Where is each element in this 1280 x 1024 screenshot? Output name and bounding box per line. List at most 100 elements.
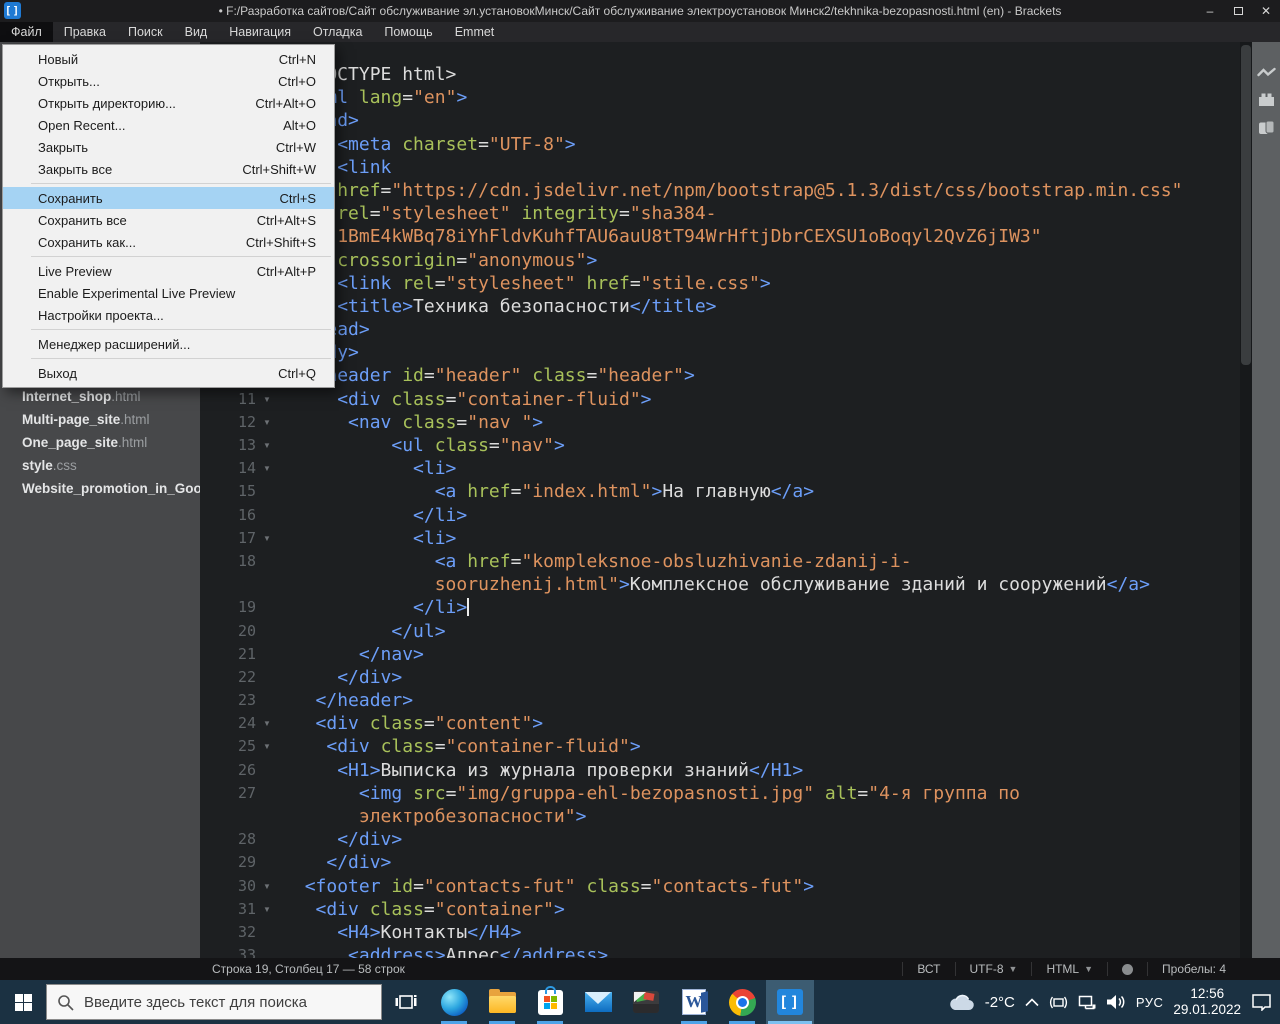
code-line[interactable]: 20 </ul> — [200, 620, 1240, 643]
code-line[interactable]: 1 <!DOCTYPE html> — [200, 63, 1240, 86]
insert-mode-toggle[interactable]: ВСТ — [903, 962, 954, 976]
code-line[interactable]: 5 <link — [200, 156, 1240, 179]
file-menu-item[interactable]: Настройки проекта... — [3, 304, 334, 326]
maximize-button[interactable] — [1224, 0, 1252, 22]
code-line[interactable]: 13 ▼ <ul class="nav"> — [200, 434, 1240, 457]
taskbar-brackets-button[interactable]: [] — [766, 980, 814, 1024]
code-line[interactable]: 10 <header id="header" class="header"> — [200, 364, 1240, 387]
snippets-icon[interactable] — [1258, 120, 1275, 135]
taskbar-word-button[interactable]: W — [670, 980, 718, 1024]
code-line[interactable]: 23 </header> — [200, 689, 1240, 712]
fold-arrow-icon[interactable]: ▼ — [256, 875, 280, 898]
taskbar-mail-button[interactable] — [574, 980, 622, 1024]
file-menu-item[interactable]: Сохранить Ctrl+S — [3, 187, 334, 209]
code-line[interactable]: sooruzhenij.html">Комплексное обслуживан… — [200, 573, 1240, 596]
code-line[interactable]: 9 <body> — [200, 341, 1240, 364]
code-line[interactable]: 31 ▼ <div class="container"> — [200, 898, 1240, 921]
encoding-select[interactable]: UTF-8 ▼ — [956, 962, 1032, 976]
code-line[interactable]: 24 ▼ <div class="content"> — [200, 712, 1240, 735]
code-line[interactable]: 29 </div> — [200, 851, 1240, 874]
menu-file[interactable]: Файл — [0, 22, 53, 42]
fold-arrow-icon[interactable]: ▼ — [256, 388, 280, 411]
menu-emmet[interactable]: Emmet — [444, 22, 506, 42]
fold-arrow-icon[interactable]: ▼ — [256, 434, 280, 457]
sidebar-file-item[interactable]: One_page_site.html — [0, 431, 200, 454]
file-menu-item[interactable]: Менеджер расширений... — [3, 333, 334, 355]
code-line[interactable]: 21 </nav> — [200, 643, 1240, 666]
close-button[interactable]: ✕ — [1252, 0, 1280, 22]
code-line[interactable]: 33 <address>Адрес</address> — [200, 944, 1240, 958]
code-line[interactable]: 15 <a href="index.html">На главную</a> — [200, 480, 1240, 503]
task-view-button[interactable] — [382, 980, 430, 1024]
code-line[interactable]: 26 <H1>Выписка из журнала проверки знани… — [200, 759, 1240, 782]
chevron-up-icon[interactable] — [1025, 997, 1039, 1007]
code-line[interactable]: 7 <title>Техника безопасности</title> — [200, 295, 1240, 318]
code-line[interactable]: 4 <meta charset="UTF-8"> — [200, 133, 1240, 156]
language-select[interactable]: HTML ▼ — [1032, 962, 1107, 976]
file-menu-item[interactable]: Новый Ctrl+N — [3, 48, 334, 70]
fold-arrow-icon[interactable]: ▼ — [256, 898, 280, 921]
code-line[interactable]: 2 <html lang="en"> — [200, 86, 1240, 109]
code-line[interactable]: 22 </div> — [200, 666, 1240, 689]
start-button[interactable] — [0, 980, 46, 1024]
menu-edit[interactable]: Правка — [53, 22, 117, 42]
sidebar-file-item[interactable]: Website_promotion_in_Google.html — [0, 477, 200, 500]
taskbar-search-input[interactable]: Введите здесь текст для поиска — [46, 984, 382, 1020]
code-line[interactable]: 11 ▼ <div class="container-fluid"> — [200, 388, 1240, 411]
indent-setting[interactable]: Пробелы: 4 — [1148, 962, 1240, 976]
file-menu-item[interactable]: Закрыть все Ctrl+Shift+W — [3, 158, 334, 180]
menu-view[interactable]: Вид — [174, 22, 219, 42]
code-line[interactable]: 14 ▼ <li> — [200, 457, 1240, 480]
notification-icon[interactable] — [1251, 993, 1272, 1011]
file-menu-item[interactable]: Выход Ctrl+Q — [3, 362, 334, 384]
file-menu-item[interactable]: Сохранить все Ctrl+Alt+S — [3, 209, 334, 231]
fold-arrow-icon[interactable]: ▼ — [256, 527, 280, 550]
code-line[interactable]: crossorigin="anonymous"> — [200, 249, 1240, 272]
volume-icon[interactable] — [1106, 994, 1126, 1010]
code-line[interactable]: 28 </div> — [200, 828, 1240, 851]
file-menu-item[interactable]: Enable Experimental Live Preview — [3, 282, 334, 304]
code-line[interactable]: 19 </li> — [200, 596, 1240, 619]
cast-display-icon[interactable] — [1049, 995, 1068, 1010]
code-line[interactable]: rel="stylesheet" integrity="sha384- — [200, 202, 1240, 225]
network-icon[interactable] — [1078, 995, 1096, 1010]
fold-arrow-icon[interactable]: ▼ — [256, 411, 280, 434]
fold-arrow-icon[interactable]: ▼ — [256, 712, 280, 735]
code-line[interactable]: 6 <link rel="stylesheet" href="stile.css… — [200, 272, 1240, 295]
keyboard-language-indicator[interactable]: РУС — [1136, 995, 1164, 1010]
code-line[interactable]: 18 <a href="kompleksnoe-obsluzhivanie-zd… — [200, 550, 1240, 573]
menu-help[interactable]: Помощь — [373, 22, 443, 42]
temperature-label[interactable]: -2°C — [985, 994, 1015, 1011]
taskbar-chrome-button[interactable] — [718, 980, 766, 1024]
code-line[interactable]: электробезопасности"> — [200, 805, 1240, 828]
code-line[interactable]: 17 ▼ <li> — [200, 527, 1240, 550]
file-menu-item[interactable]: Открыть директорию... Ctrl+Alt+O — [3, 92, 334, 114]
code-line[interactable]: 32 <H4>Контакты</H4> — [200, 921, 1240, 944]
code-line[interactable]: 12 ▼ <nav class="nav "> — [200, 411, 1240, 434]
file-menu-item[interactable]: Открыть... Ctrl+O — [3, 70, 334, 92]
code-line[interactable]: 16 </li> — [200, 504, 1240, 527]
taskbar-edge-button[interactable] — [430, 980, 478, 1024]
file-menu-item[interactable]: Live Preview Ctrl+Alt+P — [3, 260, 334, 282]
menu-find[interactable]: Поиск — [117, 22, 174, 42]
editor-scrollbar[interactable] — [1240, 42, 1252, 958]
code-line[interactable]: 3 <head> — [200, 109, 1240, 132]
code-line[interactable]: href="https://cdn.jsdelivr.net/npm/boots… — [200, 179, 1240, 202]
file-menu-item[interactable]: Закрыть Ctrl+W — [3, 136, 334, 158]
taskbar-clock[interactable]: 12:56 29.01.2022 — [1173, 986, 1241, 1018]
code-line[interactable]: 27 <img src="img/gruppa-ehl-bezopasnosti… — [200, 782, 1240, 805]
code-line[interactable]: 8 </head> — [200, 318, 1240, 341]
menu-debug[interactable]: Отладка — [302, 22, 373, 42]
code-line[interactable]: 30 ▼ <footer id="contacts-fut" class="con… — [200, 875, 1240, 898]
file-menu-item[interactable]: Open Recent... Alt+O — [3, 114, 334, 136]
code-line[interactable]: 1BmE4kWBq78iYhFldvKuhfTAU6auU8tT94WrHftj… — [200, 225, 1240, 248]
taskbar-explorer-button[interactable] — [478, 980, 526, 1024]
file-menu-item[interactable]: Сохранить как... Ctrl+Shift+S — [3, 231, 334, 253]
fold-arrow-icon[interactable]: ▼ — [256, 457, 280, 480]
taskbar-store-button[interactable] — [526, 980, 574, 1024]
weather-cloud-icon[interactable] — [948, 994, 975, 1011]
fold-arrow-icon[interactable]: ▼ — [256, 735, 280, 758]
sidebar-file-item[interactable]: style.css — [0, 454, 200, 477]
code-line[interactable]: 25 ▼ <div class="container-fluid"> — [200, 735, 1240, 758]
minimize-button[interactable]: – — [1196, 0, 1224, 22]
